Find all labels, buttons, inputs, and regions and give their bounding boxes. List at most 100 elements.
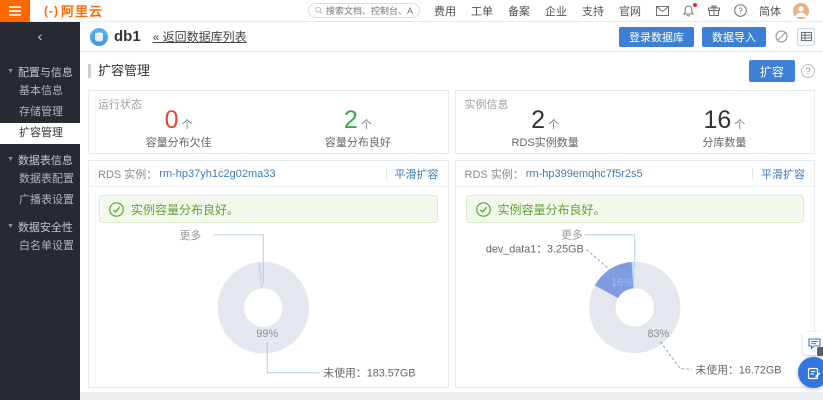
notification-bell-icon[interactable] bbox=[681, 4, 695, 18]
capacity-ok-alert: 实例容量分布良好。 bbox=[99, 195, 438, 223]
callout-line-unused bbox=[660, 342, 691, 370]
rds-instance-link[interactable]: rm-hp37yh1c2g02ma33 bbox=[159, 168, 275, 180]
hamburger-menu-button[interactable] bbox=[0, 0, 30, 22]
database-icon bbox=[90, 28, 108, 46]
sidebar-group-config-info[interactable]: ▼ 配置与信息 bbox=[0, 62, 80, 81]
circle-slash-icon[interactable] bbox=[774, 29, 789, 44]
page-header: db1 « 返回数据库列表 登录数据库 数据导入 bbox=[80, 22, 823, 52]
sidebar-group-table-info[interactable]: ▼ 数据表信息 bbox=[0, 150, 80, 169]
sidebar-item-storage-management[interactable]: 存储管理 bbox=[0, 102, 80, 123]
rds-instance-label: RDS 实例： bbox=[465, 166, 524, 182]
stat-shard-count: 16个 分库数量 bbox=[635, 107, 814, 150]
sidebar-item-broadcast-table[interactable]: 广播表设置 bbox=[0, 190, 80, 211]
expand-capacity-button[interactable]: 扩容 bbox=[749, 60, 795, 82]
sidebar-group-label: 数据表信息 bbox=[18, 152, 73, 168]
stat-label: 分库数量 bbox=[635, 134, 814, 150]
donut-percent-unused: 99% bbox=[256, 328, 278, 340]
data-import-button[interactable]: 数据导入 bbox=[702, 27, 766, 47]
smooth-expand-link[interactable]: 平滑扩容 bbox=[761, 166, 805, 182]
rds-instance-label: RDS 实例： bbox=[98, 166, 157, 182]
logo-text: 阿里云 bbox=[61, 1, 103, 20]
sidebar-item-whitelist[interactable]: 白名单设置 bbox=[0, 236, 80, 257]
sidebar-group-label: 数据安全性 bbox=[18, 219, 73, 235]
donut-label-slice: dev_data1：3.25GB bbox=[485, 243, 583, 255]
stat-value: 2 bbox=[531, 106, 545, 134]
alibaba-cloud-logo[interactable]: (-) 阿里云 bbox=[44, 1, 103, 20]
layout-grid-icon[interactable] bbox=[797, 28, 815, 46]
widget-badge bbox=[817, 347, 823, 356]
panel-title: 实例信息 bbox=[465, 96, 509, 112]
topbar-nav: 费用 工单 备案 企业 支持 官网 bbox=[434, 3, 641, 19]
panel-title: 运行状态 bbox=[98, 96, 142, 112]
rds-instance-link[interactable]: rm-hp399emqhc7f5r2s5 bbox=[526, 168, 643, 180]
notification-dot bbox=[693, 3, 697, 7]
stat-value: 16 bbox=[703, 106, 731, 134]
stat-capacity-poor: 0个 容量分布欠佳 bbox=[89, 107, 268, 150]
nav-tickets[interactable]: 工单 bbox=[471, 3, 493, 19]
stat-label: 容量分布欠佳 bbox=[89, 134, 268, 150]
caret-down-icon: ▼ bbox=[7, 156, 14, 163]
nav-billing[interactable]: 费用 bbox=[434, 3, 456, 19]
sidebar-item-expansion-management[interactable]: 扩容管理 bbox=[0, 123, 80, 144]
check-circle-icon bbox=[476, 202, 491, 217]
global-search[interactable] bbox=[308, 3, 420, 18]
stat-value: 0 bbox=[165, 106, 179, 134]
alert-text: 实例容量分布良好。 bbox=[131, 201, 239, 218]
stat-unit: 个 bbox=[548, 119, 559, 131]
section-bar: 扩容管理 扩容 ? bbox=[88, 58, 815, 84]
card-header: RDS 实例： rm-hp37yh1c2g02ma33 平滑扩容 bbox=[89, 161, 448, 187]
donut-percent-unused: 83% bbox=[647, 328, 669, 340]
card-header: RDS 实例： rm-hp399emqhc7f5r2s5 平滑扩容 bbox=[456, 161, 815, 187]
chevron-left-icon: ‹ bbox=[38, 28, 43, 44]
survey-button[interactable] bbox=[798, 357, 823, 388]
stat-label: 容量分布良好 bbox=[268, 134, 447, 150]
sidebar: ‹ ▼ 配置与信息 基本信息 存储管理 扩容管理 ▼ 数据表信息 bbox=[0, 22, 80, 400]
footer-strip bbox=[80, 392, 823, 400]
callout-line-slice bbox=[586, 250, 618, 278]
page-title: db1 bbox=[114, 28, 141, 45]
capacity-donut-chart-right[interactable]: 更多 dev_data1：3.25GB 16% 83% 未使用：16.72GB bbox=[456, 223, 815, 387]
login-database-button[interactable]: 登录数据库 bbox=[619, 27, 694, 47]
user-avatar[interactable] bbox=[793, 3, 809, 19]
search-input[interactable] bbox=[326, 6, 413, 16]
donut-label-unused: 未使用：183.57GB bbox=[323, 367, 415, 380]
stat-value: 2 bbox=[344, 106, 358, 134]
donut-label-more: 更多 bbox=[180, 228, 202, 242]
search-icon bbox=[315, 6, 323, 15]
survey-pencil-icon bbox=[807, 366, 821, 380]
nav-website[interactable]: 官网 bbox=[619, 3, 641, 19]
nav-enterprise[interactable]: 企业 bbox=[545, 3, 567, 19]
topbar-icons: ? 简体 bbox=[655, 3, 815, 19]
check-circle-icon bbox=[109, 202, 124, 217]
alert-text: 实例容量分布良好。 bbox=[498, 201, 606, 218]
capacity-ok-alert: 实例容量分布良好。 bbox=[466, 195, 805, 223]
sidebar-item-basic-info[interactable]: 基本信息 bbox=[0, 81, 80, 102]
vertical-divider bbox=[752, 168, 753, 180]
sidebar-item-table-config[interactable]: 数据表配置 bbox=[0, 169, 80, 190]
instance-info-panel: 实例信息 2个 RDS实例数量 16个 分库数量 bbox=[455, 90, 816, 154]
topbar: (-) 阿里云 费用 工单 备案 企业 支持 官网 bbox=[0, 0, 823, 22]
nav-icp[interactable]: 备案 bbox=[508, 3, 530, 19]
help-icon[interactable]: ? bbox=[733, 4, 747, 18]
sidebar-group-data-security[interactable]: ▼ 数据安全性 bbox=[0, 217, 80, 236]
donut-label-more: 更多 bbox=[561, 228, 583, 242]
stat-unit: 个 bbox=[734, 119, 745, 131]
smooth-expand-link[interactable]: 平滑扩容 bbox=[395, 166, 439, 182]
caret-down-icon: ▼ bbox=[7, 68, 14, 75]
nav-support[interactable]: 支持 bbox=[582, 3, 604, 19]
language-selector[interactable]: 简体 bbox=[759, 3, 781, 19]
stat-label: RDS实例数量 bbox=[456, 134, 635, 150]
section-title: 扩容管理 bbox=[88, 64, 150, 78]
back-to-database-list-link[interactable]: « 返回数据库列表 bbox=[153, 28, 247, 45]
help-circle-icon[interactable]: ? bbox=[801, 64, 815, 78]
mail-icon[interactable] bbox=[655, 4, 669, 18]
rds-instance-card-left: RDS 实例： rm-hp37yh1c2g02ma33 平滑扩容 实例容量分布良… bbox=[88, 160, 449, 388]
donut-percent-slice: 16% bbox=[611, 277, 633, 289]
sidebar-collapse-button[interactable]: ‹ bbox=[0, 22, 80, 50]
capacity-donut-chart-left[interactable]: 更多 99% 未使用：183.57GB bbox=[89, 223, 448, 387]
svg-text:?: ? bbox=[738, 6, 743, 15]
running-status-panel: 运行状态 0个 容量分布欠佳 2个 容量分布良好 bbox=[88, 90, 449, 154]
stats-row: 运行状态 0个 容量分布欠佳 2个 容量分布良好 实例信息 2个 RDS实例数量 bbox=[88, 90, 815, 154]
gift-box-icon[interactable] bbox=[707, 4, 721, 18]
alibaba-cloud-console: (-) 阿里云 费用 工单 备案 企业 支持 官网 bbox=[0, 0, 823, 400]
